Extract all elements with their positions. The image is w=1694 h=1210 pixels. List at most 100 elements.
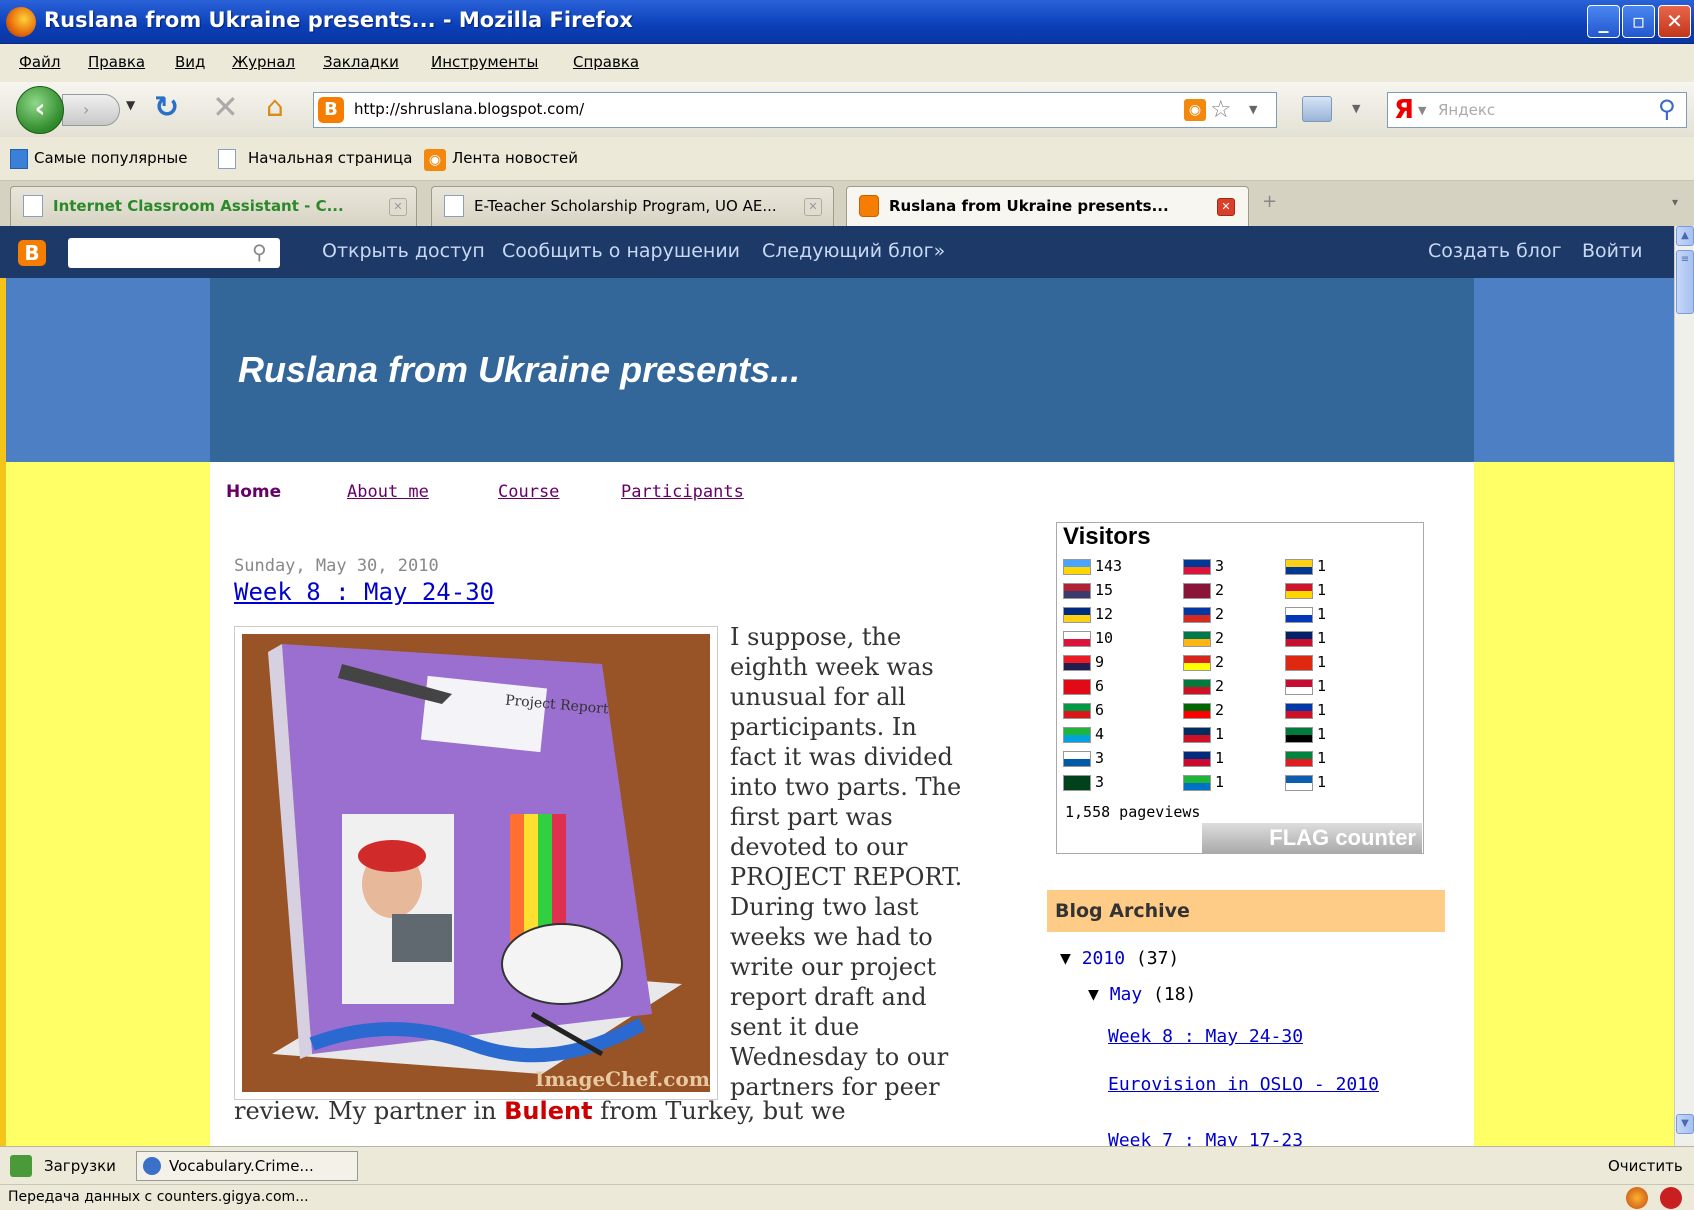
addon-dropdown-icon[interactable]: ▼ <box>1352 102 1360 115</box>
archive-post-title[interactable]: Week 8 : May 24-30 <box>1108 1026 1303 1047</box>
bookmark-news-feed[interactable]: Лента новостей <box>452 149 578 167</box>
visitor-count: 6 <box>1095 677 1105 695</box>
collapse-triangle-icon[interactable]: ▼ <box>1088 984 1099 1005</box>
create-blog-link[interactable]: Создать блог <box>1428 240 1562 262</box>
visitor-count: 12 <box>1095 605 1114 623</box>
menu-view[interactable]: Вид <box>175 53 205 71</box>
firefox-status-icon[interactable] <box>1626 1187 1648 1209</box>
tab-list-icon[interactable]: ▾ <box>1672 195 1678 209</box>
back-button[interactable]: ‹ <box>16 86 64 134</box>
page-tab-about[interactable]: About me <box>347 482 429 502</box>
archive-post-link[interactable]: Week 7 : May 17-23 <box>1108 1130 1303 1146</box>
country-flag-icon <box>1285 630 1313 647</box>
camera-icon[interactable] <box>1302 96 1332 122</box>
visitor-count: 1 <box>1317 629 1327 647</box>
reload-icon[interactable]: ↻ <box>154 90 179 125</box>
collapse-triangle-icon[interactable]: ▼ <box>1060 948 1071 969</box>
visitor-count: 2 <box>1215 629 1225 647</box>
blogger-logo-icon[interactable]: B <box>18 240 46 266</box>
downloads-label[interactable]: Загрузки <box>44 1157 116 1175</box>
post-image[interactable]: Project Report ImageChef.com <box>234 626 718 1100</box>
bookmark-star-icon[interactable]: ☆ <box>1210 95 1232 123</box>
bookmark-start-page[interactable]: Начальная страница <box>248 149 412 167</box>
next-blog-link[interactable]: Следующий блог» <box>762 240 945 262</box>
sign-in-link[interactable]: Войти <box>1582 240 1642 262</box>
maximize-button[interactable]: ▫ <box>1622 5 1655 38</box>
vertical-scrollbar[interactable]: ▲ ≡ ▼ <box>1674 226 1694 1146</box>
partner-name-link[interactable]: Bulent <box>504 1097 592 1125</box>
bookmark-most-visited[interactable]: Самые популярные <box>34 149 188 167</box>
minimize-button[interactable]: _ <box>1587 5 1620 38</box>
adblock-icon[interactable] <box>1660 1187 1682 1209</box>
yandex-icon[interactable]: Я <box>1394 95 1414 125</box>
search-icon[interactable]: ⚲ <box>252 240 267 264</box>
clear-downloads-button[interactable]: Очистить <box>1608 1157 1683 1175</box>
rss-icon[interactable]: ◉ <box>1184 99 1206 121</box>
menu-edit[interactable]: Правка <box>88 53 145 71</box>
archive-post-title[interactable]: Week 7 : May 17-23 <box>1108 1130 1303 1146</box>
tab-close-icon[interactable]: ✕ <box>389 198 407 216</box>
visitor-count: 2 <box>1215 605 1225 623</box>
tab-ruslana[interactable]: Ruslana from Ukraine presents... ✕ <box>846 186 1249 226</box>
share-link[interactable]: Открыть доступ <box>322 240 485 262</box>
country-flag-icon <box>1063 654 1091 671</box>
visitors-title: Visitors <box>1063 523 1151 550</box>
visitor-count: 2 <box>1215 677 1225 695</box>
country-flag-icon <box>1183 606 1211 623</box>
archive-post-link[interactable]: Eurovision in OSLO - 2010 <box>1108 1074 1379 1095</box>
scroll-down-icon[interactable]: ▼ <box>1676 1114 1694 1134</box>
page-tab-home[interactable]: Home <box>226 482 281 502</box>
url-text[interactable]: http://shruslana.blogspot.com/ <box>354 100 584 118</box>
project-report-image <box>242 634 710 1092</box>
history-dropdown-icon[interactable]: ▼ <box>126 98 135 112</box>
page-tab-course[interactable]: Course <box>498 482 559 502</box>
close-button[interactable]: ✕ <box>1658 5 1691 38</box>
menu-history[interactable]: Журнал <box>232 53 295 71</box>
stop-icon[interactable]: ✕ <box>212 88 239 126</box>
archive-post-title[interactable]: Eurovision in OSLO - 2010 <box>1108 1074 1379 1095</box>
post-text-line: report draft and <box>730 983 927 1011</box>
menu-file[interactable]: Файл <box>19 53 60 71</box>
menu-tools[interactable]: Инструменты <box>431 53 538 71</box>
window-titlebar[interactable]: Ruslana from Ukraine presents... - Mozil… <box>0 0 1694 44</box>
visitor-count: 4 <box>1095 725 1105 743</box>
home-icon[interactable]: ⌂ <box>266 90 284 123</box>
post-body-continued: review. My partner in Bulent from Turkey… <box>234 1096 846 1126</box>
flag-entry: 2 <box>1183 653 1224 671</box>
archive-year[interactable]: ▼ 2010 (37) <box>1060 948 1179 969</box>
scroll-up-icon[interactable]: ▲ <box>1676 226 1694 246</box>
archive-year-link[interactable]: 2010 <box>1082 948 1125 969</box>
post-text-line: into two parts. The <box>730 773 962 801</box>
scrollbar-thumb[interactable]: ≡ <box>1676 250 1694 314</box>
post-title[interactable]: Week 8 : May 24-30 <box>234 578 494 606</box>
menu-bookmarks[interactable]: Закладки <box>323 53 399 71</box>
blog-title[interactable]: Ruslana from Ukraine presents... <box>238 349 800 391</box>
tab-close-icon[interactable]: ✕ <box>804 198 822 216</box>
pageviews-count: 1,558 pageviews <box>1065 803 1201 821</box>
download-item[interactable]: Vocabulary.Crime... <box>136 1151 358 1181</box>
forward-button[interactable]: › <box>62 94 120 126</box>
blog-search-input[interactable]: ⚲ <box>68 238 280 268</box>
flag-counter-widget[interactable]: Visitors 143 15 12 10 9 6 6 4 3 3 3 2 2 2 2 2 2 1 1 1 1 1 1 1 1 1… <box>1056 522 1424 854</box>
most-visited-icon <box>10 149 28 169</box>
url-bar[interactable]: B http://shruslana.blogspot.com/ ◉ ☆ ▼ <box>313 92 1277 128</box>
flag-entry: 1 <box>1285 677 1326 695</box>
post-text-line: devoted to our <box>730 833 908 861</box>
new-tab-icon[interactable]: + <box>1262 191 1277 212</box>
search-engine-dropdown-icon[interactable]: ▼ <box>1418 104 1426 117</box>
visitor-count: 3 <box>1095 773 1105 791</box>
archive-month[interactable]: ▼ May (18) <box>1088 984 1196 1005</box>
report-abuse-link[interactable]: Сообщить о нарушении <box>502 240 740 262</box>
archive-month-link[interactable]: May <box>1110 984 1143 1005</box>
post-text-line: eighth week was <box>730 653 934 681</box>
search-icon[interactable]: ⚲ <box>1658 95 1676 123</box>
flag-counter-logo[interactable]: FLAG counter <box>1202 823 1422 853</box>
tab-close-icon[interactable]: ✕ <box>1217 198 1235 216</box>
tab-e-teacher[interactable]: E-Teacher Scholarship Program, UO AE... … <box>431 186 834 226</box>
tab-internet-classroom[interactable]: Internet Classroom Assistant - C... ✕ <box>10 186 417 226</box>
archive-post-link[interactable]: Week 8 : May 24-30 <box>1108 1026 1303 1047</box>
search-box[interactable]: Я ▼ Яндекс ⚲ <box>1387 92 1687 128</box>
menu-help[interactable]: Справка <box>573 53 639 71</box>
url-dropdown-icon[interactable]: ▼ <box>1249 103 1257 116</box>
page-tab-participants[interactable]: Participants <box>621 482 744 502</box>
